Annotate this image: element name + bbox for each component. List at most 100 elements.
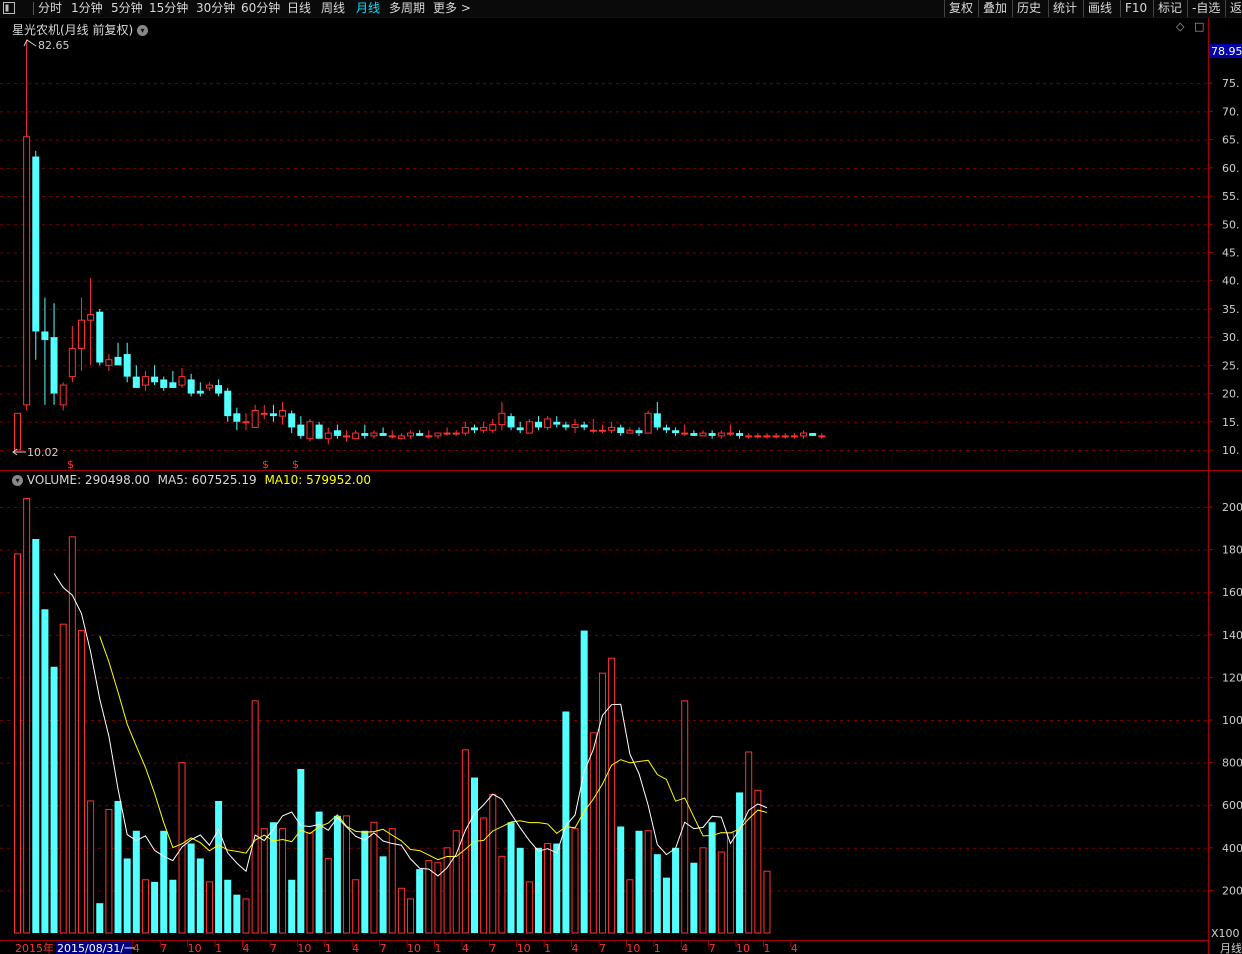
volume-bar bbox=[242, 898, 250, 934]
candle-body bbox=[672, 430, 680, 434]
volume-bar bbox=[141, 879, 149, 934]
volume-bar bbox=[644, 830, 652, 934]
candle-body bbox=[708, 433, 716, 436]
candle-body bbox=[297, 424, 305, 436]
volume-bar bbox=[498, 855, 506, 934]
volume-bar bbox=[324, 857, 332, 934]
candle-body bbox=[571, 424, 579, 428]
candle-body bbox=[288, 413, 296, 428]
candle-body bbox=[818, 435, 826, 438]
volume-bar bbox=[279, 828, 287, 934]
volume-bar bbox=[763, 870, 771, 934]
candle-body bbox=[608, 426, 616, 431]
candles bbox=[14, 40, 826, 451]
candle-body bbox=[370, 432, 378, 437]
candle-body bbox=[178, 376, 186, 386]
period-label: 月线 bbox=[1220, 941, 1242, 954]
volume-bar bbox=[114, 800, 122, 933]
volume-bar bbox=[525, 881, 533, 934]
cursor-date-label: 2015/08/31/一 bbox=[57, 942, 135, 954]
time-tick-label: 4 bbox=[572, 942, 579, 954]
time-tick-label: 7 bbox=[160, 942, 167, 954]
candle-body bbox=[105, 359, 113, 366]
volume-bar bbox=[187, 843, 195, 933]
price-tick-label: 55. bbox=[1222, 190, 1240, 203]
price-tick-label: 45. bbox=[1222, 246, 1240, 259]
candle-body bbox=[269, 413, 277, 417]
volume-bar bbox=[425, 860, 433, 934]
candle-body bbox=[525, 421, 533, 434]
candle-body bbox=[745, 435, 753, 438]
candle-body bbox=[407, 432, 415, 437]
candle-body bbox=[617, 427, 625, 434]
high-marker: 82.65 bbox=[23, 39, 70, 52]
candle-body bbox=[160, 379, 168, 388]
high-label: 82.65 bbox=[38, 39, 70, 52]
volume-bar bbox=[681, 700, 689, 934]
candle-body bbox=[717, 432, 725, 437]
volume-bar bbox=[50, 666, 58, 933]
volume-bar bbox=[352, 879, 360, 934]
price-tick-label: 65. bbox=[1222, 134, 1240, 147]
candle-body bbox=[498, 412, 506, 426]
price-tick-label: 10. bbox=[1222, 444, 1240, 457]
time-tick-label: 7 bbox=[270, 942, 277, 954]
volume-bar bbox=[407, 898, 415, 934]
candle-body bbox=[41, 331, 49, 340]
candle-body bbox=[425, 435, 433, 438]
time-axis: 4 7 10 1 4 7 10 1 4 7 10 1 4 7 10 1 4 7 10 1 4 7 10 1 4 bbox=[132, 941, 798, 954]
candle-body bbox=[68, 347, 76, 378]
dividend-marker: $ bbox=[292, 458, 299, 471]
volume-bar bbox=[452, 830, 460, 934]
candle-body bbox=[736, 433, 744, 436]
dividend-marker: $ bbox=[67, 458, 74, 471]
candle-body bbox=[242, 421, 250, 424]
candle-body bbox=[681, 432, 689, 435]
candle-body bbox=[215, 385, 223, 394]
ma10-line bbox=[99, 636, 768, 861]
candle-body bbox=[169, 382, 177, 388]
candle-body bbox=[726, 432, 734, 435]
time-tick-label: 10 bbox=[407, 942, 421, 954]
candle-body bbox=[324, 432, 332, 440]
time-tick-label: 4 bbox=[352, 942, 359, 954]
volume-bar bbox=[544, 843, 552, 934]
candle-body bbox=[507, 416, 515, 428]
stock-chart[interactable]: 75. 70. 65. 60. 55. 50. 45. 40. 35. 30. 25. 20. 15. 1… bbox=[0, 0, 1242, 954]
volume-bar bbox=[653, 854, 661, 933]
volume-bar bbox=[260, 828, 268, 934]
volume-bar bbox=[397, 887, 405, 934]
volume-tick-label: 400 bbox=[1222, 842, 1242, 855]
volume-bar bbox=[672, 847, 680, 933]
candle-body bbox=[589, 429, 597, 432]
candle-body bbox=[23, 136, 31, 406]
time-tick-label: 10 bbox=[188, 942, 202, 954]
volume-bar bbox=[534, 847, 542, 933]
ma-lines bbox=[53, 573, 768, 877]
candle-body bbox=[361, 433, 369, 436]
volume-bar bbox=[736, 792, 744, 933]
volume-bar bbox=[507, 822, 515, 933]
volume-bar bbox=[717, 851, 725, 934]
price-tick-label: 15. bbox=[1222, 416, 1240, 429]
candle-body bbox=[772, 435, 780, 438]
price-tick-label: 35. bbox=[1222, 303, 1240, 316]
candle-body bbox=[809, 433, 817, 436]
candle-body bbox=[279, 409, 287, 417]
dividend-marker: $ bbox=[262, 458, 269, 471]
volume-tick-label: 1600 bbox=[1222, 586, 1242, 599]
volume-bar bbox=[480, 817, 488, 934]
year-label: 2015年 bbox=[15, 941, 54, 954]
time-tick-label: 1 bbox=[215, 942, 222, 954]
volume-bar bbox=[745, 751, 753, 934]
time-tick-label: 4 bbox=[243, 942, 250, 954]
candle-body bbox=[553, 421, 561, 425]
candle-body bbox=[397, 435, 405, 440]
candle-body bbox=[132, 376, 140, 388]
candle-body bbox=[14, 412, 21, 451]
volume-bar bbox=[315, 811, 323, 933]
volume-bar bbox=[123, 858, 131, 933]
price-tick-label: 30. bbox=[1222, 331, 1240, 344]
candle-body bbox=[790, 435, 798, 438]
candle-body bbox=[196, 390, 204, 394]
